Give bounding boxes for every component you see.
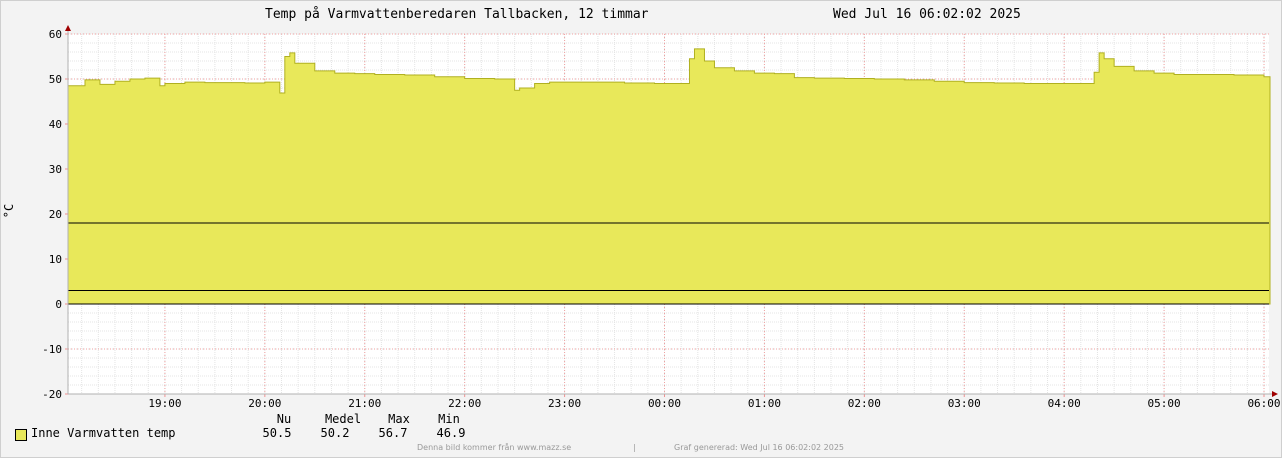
y-tick-label: -10	[42, 343, 62, 356]
series-area	[67, 48, 1271, 305]
legend-swatch	[15, 429, 27, 441]
x-tick-label: 19:00	[148, 397, 181, 410]
y-tick-label: 40	[49, 118, 62, 131]
x-tick-label: 21:00	[348, 397, 381, 410]
x-tick-label: 05:00	[1148, 397, 1181, 410]
graph-frame: Temp på Varmvatten­beredaren Tallbacken,…	[0, 0, 1282, 458]
y-tick-label: 60	[49, 28, 62, 41]
x-tick-label: 01:00	[748, 397, 781, 410]
x-tick-label: 04:00	[1048, 397, 1081, 410]
footer-separator: |	[633, 443, 636, 452]
stat-value-min: 46.9	[436, 426, 466, 440]
stat-header-nu: Nu	[276, 412, 292, 426]
footer-generated: Graf genererad: Wed Jul 16 06:02:02 2025	[674, 443, 845, 452]
stat-header-max: Max	[388, 412, 410, 426]
chart-canvas: -20 -10 0 10 20 30 40 50 60 19:00 20:00 21:00 22:00…	[2, 25, 1281, 410]
x-tick-labels: 19:00 20:00 21:00 22:00 23:00 00:00 01:00 02:00…	[148, 397, 1280, 410]
y-tick-label: 50	[49, 73, 62, 86]
x-tick-label: 06:00	[1247, 397, 1280, 410]
legend-label: Inne Varmvatten temp	[31, 426, 176, 440]
stat-header-min: Min	[438, 412, 460, 426]
stat-value-max: 56.7	[378, 426, 408, 440]
x-tick-label: 00:00	[648, 397, 681, 410]
y-tick-label: 30	[49, 163, 62, 176]
stat-value-medel: 50.2	[320, 426, 350, 440]
stat-value-nu: 50.5	[262, 426, 292, 440]
stat-header-medel: Medel	[324, 412, 362, 426]
x-tick-label: 22:00	[448, 397, 481, 410]
series-layer	[67, 48, 1271, 305]
y-axis-label: °C	[2, 204, 16, 218]
y-tick-label: -20	[42, 388, 62, 401]
y-tick-label: 20	[49, 208, 62, 221]
y-axis-arrow	[65, 25, 71, 31]
footer-source: Denna bild kommer från www.mazz.se	[417, 443, 572, 452]
x-tick-label: 20:00	[248, 397, 281, 410]
y-tick-label: 0	[55, 298, 62, 311]
x-tick-label: 02:00	[848, 397, 881, 410]
y-tick-label: 10	[49, 253, 62, 266]
y-tick-labels: -20 -10 0 10 20 30 40 50 60	[42, 28, 62, 401]
x-tick-label: 03:00	[948, 397, 981, 410]
x-tick-label: 23:00	[548, 397, 581, 410]
